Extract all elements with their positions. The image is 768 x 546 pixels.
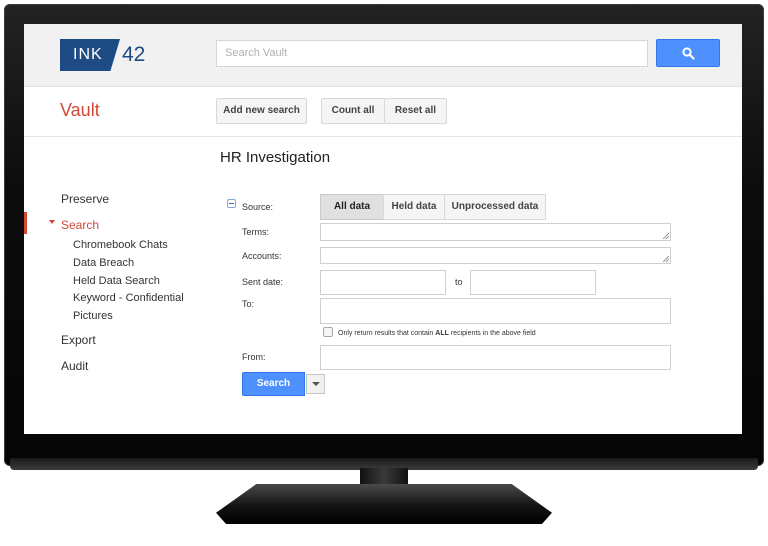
search-options-dropdown[interactable]: [306, 374, 325, 394]
saved-search-item[interactable]: Data Breach: [73, 257, 134, 269]
sent-date-from-field[interactable]: [320, 270, 446, 295]
search-vault-input[interactable]: Search Vault: [216, 40, 648, 67]
from-label: From:: [242, 352, 266, 362]
terms-field[interactable]: [320, 223, 671, 241]
sidebar-item-search[interactable]: Search: [61, 218, 99, 232]
screen: INK 42 Search Vault Vault Add new search…: [24, 24, 742, 434]
source-held-data-tab[interactable]: Held data: [383, 194, 445, 220]
sent-date-label: Sent date:: [242, 277, 284, 287]
resize-handle-icon[interactable]: [663, 256, 669, 262]
to-field[interactable]: [320, 298, 671, 324]
checkbox-label-prefix: Only return results that contain: [338, 330, 434, 337]
to-label: To:: [242, 299, 255, 309]
logo[interactable]: INK 42: [60, 39, 160, 71]
checkbox-label-bold: ALL: [435, 330, 449, 337]
resize-handle-icon[interactable]: [663, 233, 669, 239]
logo-text: INK: [60, 39, 120, 71]
saved-search-item[interactable]: Chromebook Chats: [73, 239, 168, 251]
from-field[interactable]: [320, 345, 671, 370]
search-vault-button[interactable]: [656, 39, 720, 67]
accounts-field[interactable]: [320, 247, 671, 264]
monitor-stand: [216, 484, 552, 524]
sidebar-item-export[interactable]: Export: [61, 333, 96, 347]
active-indicator: [24, 212, 27, 234]
accounts-label: Accounts:: [242, 251, 282, 261]
all-recipients-checkbox-label: Only return results that contain ALL rec…: [338, 330, 536, 337]
sent-date-to-field[interactable]: [470, 270, 596, 295]
saved-search-item[interactable]: Pictures: [73, 310, 113, 322]
sidebar-item-audit[interactable]: Audit: [61, 359, 88, 373]
logo-number: 42: [122, 43, 146, 66]
sidebar-item-preserve[interactable]: Preserve: [61, 192, 109, 206]
source-all-data-tab[interactable]: All data: [320, 194, 384, 220]
add-new-search-button[interactable]: Add new search: [216, 98, 307, 124]
search-icon: [682, 47, 695, 60]
collapse-icon[interactable]: [227, 199, 236, 208]
app-title: Vault: [60, 100, 100, 120]
saved-search-item[interactable]: Keyword - Confidential: [73, 292, 184, 304]
all-recipients-checkbox[interactable]: [323, 327, 333, 337]
reset-all-button[interactable]: Reset all: [384, 98, 447, 124]
top-bar: INK 42 Search Vault: [24, 24, 742, 87]
source-unprocessed-data-tab[interactable]: Unprocessed data: [444, 194, 546, 220]
search-submit-button[interactable]: Search: [242, 372, 305, 396]
terms-label: Terms:: [242, 227, 269, 237]
page-title: HR Investigation: [220, 149, 331, 166]
header-divider: [24, 136, 742, 137]
date-range-separator: to: [455, 277, 463, 287]
saved-search-item[interactable]: Held Data Search: [73, 275, 160, 287]
checkbox-label-suffix: recipients in the above field: [450, 330, 536, 337]
source-label: Source:: [242, 202, 274, 212]
count-all-button[interactable]: Count all: [321, 98, 385, 124]
caret-down-icon[interactable]: [49, 220, 55, 224]
